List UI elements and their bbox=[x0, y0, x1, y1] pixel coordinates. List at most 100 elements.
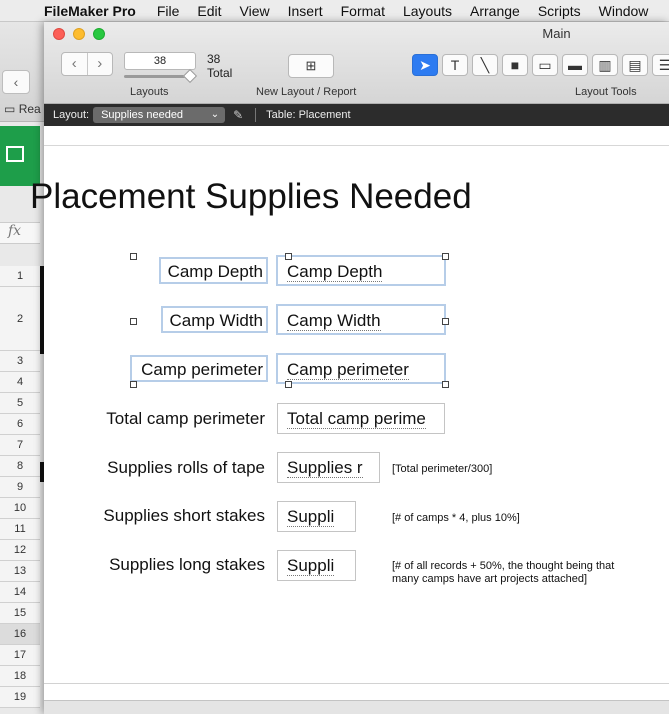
layout-slider-thumb[interactable] bbox=[182, 68, 198, 84]
next-layout-icon[interactable]: › bbox=[88, 53, 113, 75]
supplies-short-stakes-label[interactable]: Supplies short stakes bbox=[80, 503, 268, 530]
row-header[interactable]: 4 bbox=[0, 372, 40, 393]
row-header[interactable]: 17 bbox=[0, 645, 40, 666]
menu-edit[interactable]: Edit bbox=[188, 3, 230, 19]
row-header[interactable]: 6 bbox=[0, 414, 40, 435]
row-header[interactable]: 14 bbox=[0, 582, 40, 603]
line-tool-icon[interactable]: ╲ bbox=[472, 54, 498, 76]
new-layout-button[interactable]: ⊞ bbox=[288, 54, 334, 78]
camp-depth-field[interactable]: Camp Depth bbox=[276, 255, 446, 286]
field-text: Suppli bbox=[287, 507, 335, 527]
supplies-short-stakes-field[interactable]: Suppli bbox=[277, 501, 356, 532]
tape-formula-note[interactable]: [Total perimeter/300] bbox=[392, 463, 612, 476]
chevron-down-icon: ⌄ bbox=[210, 109, 220, 120]
selection-handle[interactable] bbox=[130, 253, 137, 260]
previous-layout-icon[interactable]: ‹ bbox=[62, 53, 88, 75]
layout-part-boundary bbox=[44, 683, 669, 684]
status-bar bbox=[44, 700, 669, 714]
button-bar-tool-icon[interactable]: ▥ bbox=[592, 54, 618, 76]
total-camp-perimeter-label[interactable]: Total camp perimeter bbox=[80, 406, 268, 433]
row-header[interactable]: 12 bbox=[0, 540, 40, 561]
menu-window[interactable]: Window bbox=[590, 3, 658, 19]
table-label: Table: Placement bbox=[266, 109, 351, 121]
field-tool-icon[interactable]: ▭ bbox=[532, 54, 558, 76]
layout-bar: Layout: Supplies needed ⌄ ✎ Table: Place… bbox=[44, 104, 669, 126]
selection-handle[interactable] bbox=[442, 318, 449, 325]
supplies-long-stakes-field[interactable]: Suppli bbox=[277, 550, 356, 581]
row-header[interactable]: 18 bbox=[0, 666, 40, 687]
menu-view[interactable]: View bbox=[231, 3, 279, 19]
portal-tool-icon[interactable]: ☰ bbox=[652, 54, 669, 76]
grid-icon bbox=[6, 146, 24, 162]
bookmark-folder[interactable]: ▭ Rea bbox=[4, 102, 41, 116]
selection-handle[interactable] bbox=[285, 253, 292, 260]
layout-tools-label: Layout Tools bbox=[575, 86, 637, 98]
camp-perimeter-label[interactable]: Camp perimeter bbox=[130, 355, 268, 382]
menu-app-name[interactable]: FileMaker Pro bbox=[38, 3, 148, 19]
long-stakes-formula-note[interactable]: [# of all records + 50%, the thought bei… bbox=[392, 560, 617, 586]
back-arrow-icon[interactable]: ‹ bbox=[2, 70, 30, 94]
row-header[interactable]: 9 bbox=[0, 477, 40, 498]
row-header[interactable]: 11 bbox=[0, 519, 40, 540]
pencil-icon[interactable]: ✎ bbox=[233, 108, 243, 122]
supplies-long-stakes-label[interactable]: Supplies long stakes bbox=[80, 552, 268, 579]
shape-tool-icon[interactable]: ■ bbox=[502, 54, 528, 76]
row-header[interactable]: 19 bbox=[0, 687, 40, 708]
menu-format[interactable]: Format bbox=[332, 3, 394, 19]
pointer-tool-icon[interactable]: ➤ bbox=[412, 54, 438, 76]
button-tool-icon[interactable]: ▬ bbox=[562, 54, 588, 76]
field-text: Camp Depth bbox=[287, 262, 383, 282]
total-camp-perimeter-field[interactable]: Total camp perime bbox=[277, 403, 445, 434]
window-toolbar: Main ‹ › 38 38 Total Layouts ⊞ New Layou… bbox=[44, 22, 669, 104]
camp-width-field[interactable]: Camp Width bbox=[276, 304, 446, 335]
selection-handle[interactable] bbox=[130, 381, 137, 388]
text-tool-icon[interactable]: T bbox=[442, 54, 468, 76]
folder-label: Rea bbox=[18, 102, 41, 116]
camp-perimeter-field[interactable]: Camp perimeter bbox=[276, 353, 446, 384]
row-header[interactable]: 2 bbox=[0, 287, 40, 351]
ruler bbox=[44, 126, 669, 146]
selection-handle[interactable] bbox=[285, 381, 292, 388]
menu-arrange[interactable]: Arrange bbox=[461, 3, 529, 19]
supplies-rolls-of-tape-label[interactable]: Supplies rolls of tape bbox=[80, 455, 268, 482]
row-header[interactable]: 8 bbox=[0, 456, 40, 477]
layout-select-value: Supplies needed bbox=[101, 109, 184, 121]
selection-handle[interactable] bbox=[130, 318, 137, 325]
row-headers: 1 2 3 4 5 6 7 8 9 10 11 12 13 14 15 16 1… bbox=[0, 266, 40, 708]
divider bbox=[255, 108, 257, 122]
total-label: Total bbox=[207, 66, 233, 80]
layout-number-field[interactable]: 38 bbox=[124, 52, 196, 70]
menu-layouts[interactable]: Layouts bbox=[394, 3, 461, 19]
camp-width-label[interactable]: Camp Width bbox=[161, 306, 268, 333]
menubar: FileMaker Pro File Edit View Insert Form… bbox=[0, 0, 669, 22]
short-stakes-formula-note[interactable]: [# of camps * 4, plus 10%] bbox=[392, 512, 612, 525]
supplies-rolls-of-tape-field[interactable]: Supplies r bbox=[277, 452, 380, 483]
field-text: Camp Width bbox=[287, 311, 381, 331]
selection-handle[interactable] bbox=[442, 381, 449, 388]
row-header[interactable]: 13 bbox=[0, 561, 40, 582]
selection-handle[interactable] bbox=[442, 253, 449, 260]
formula-bar[interactable]: fx bbox=[0, 222, 40, 244]
total-count: 38 bbox=[207, 52, 221, 66]
field-text: Camp perimeter bbox=[287, 360, 409, 380]
layouts-label: Layouts bbox=[130, 86, 169, 98]
popover-tool-icon[interactable]: ▤ bbox=[622, 54, 648, 76]
row-header[interactable]: 15 bbox=[0, 603, 40, 624]
row-header[interactable]: 3 bbox=[0, 351, 40, 372]
row-header[interactable]: 10 bbox=[0, 498, 40, 519]
new-layout-label: New Layout / Report bbox=[256, 86, 357, 98]
layout-navigation: ‹ › bbox=[61, 52, 113, 76]
menu-scripts[interactable]: Scripts bbox=[529, 3, 590, 19]
row-header[interactable]: 7 bbox=[0, 435, 40, 456]
menu-file[interactable]: File bbox=[148, 3, 189, 19]
layout-title[interactable]: Placement Supplies Needed bbox=[30, 177, 472, 217]
row-header[interactable]: 16 bbox=[0, 624, 40, 645]
row-header[interactable]: 5 bbox=[0, 393, 40, 414]
layout-label: Layout: bbox=[53, 109, 90, 121]
row-header[interactable]: 1 bbox=[0, 266, 40, 287]
field-text: Supplies r bbox=[287, 458, 363, 478]
folder-icon: ▭ bbox=[4, 102, 16, 116]
camp-depth-label[interactable]: Camp Depth bbox=[159, 257, 268, 284]
layout-select[interactable]: Supplies needed ⌄ bbox=[93, 107, 226, 123]
menu-insert[interactable]: Insert bbox=[279, 3, 332, 19]
